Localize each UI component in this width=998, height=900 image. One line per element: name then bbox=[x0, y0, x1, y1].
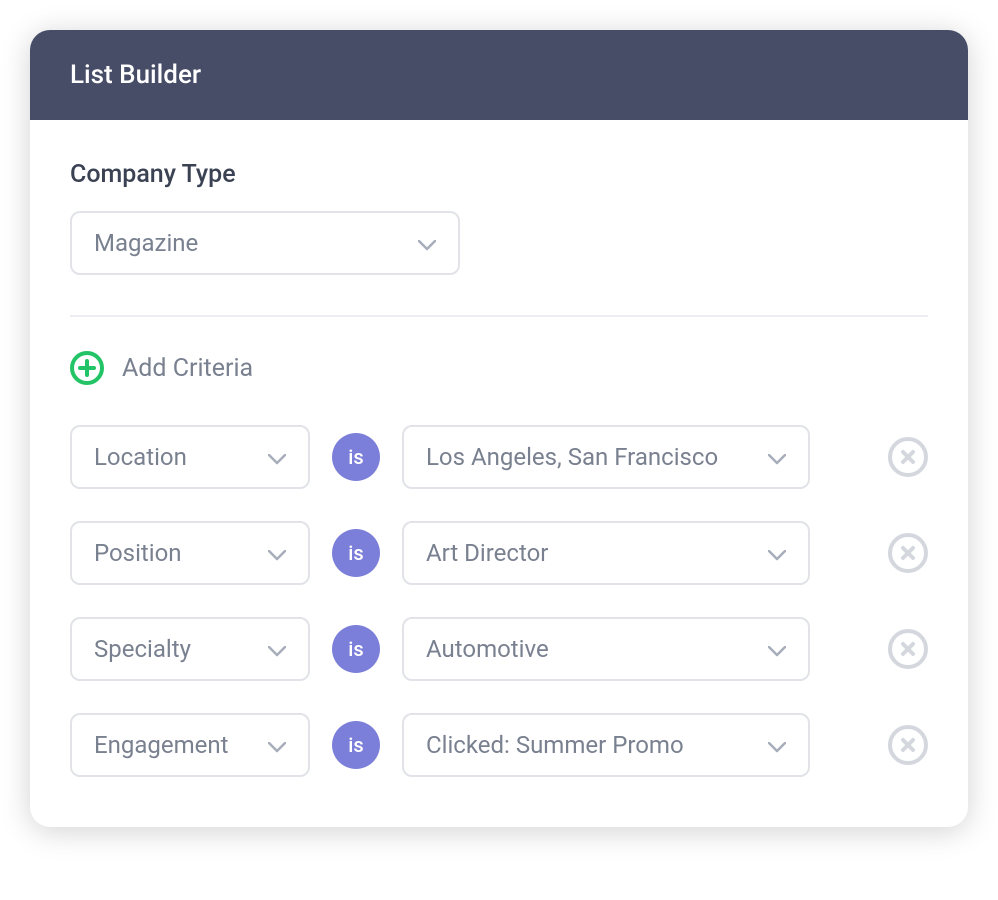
add-criteria-label: Add Criteria bbox=[122, 354, 253, 383]
chevron-down-icon bbox=[768, 731, 786, 759]
close-icon bbox=[900, 545, 916, 561]
criteria-value: Los Angeles, San Francisco bbox=[426, 443, 718, 471]
list-builder-card: List Builder Company Type Magazine Add C… bbox=[30, 30, 968, 827]
chevron-down-icon bbox=[268, 443, 286, 471]
close-icon bbox=[900, 449, 916, 465]
operator-pill: is bbox=[332, 433, 380, 481]
criteria-field-select[interactable]: Specialty bbox=[70, 617, 310, 681]
add-criteria-row: Add Criteria bbox=[70, 351, 928, 385]
company-type-label: Company Type bbox=[70, 160, 928, 189]
card-body: Company Type Magazine Add Criteria Locat… bbox=[30, 120, 968, 827]
chevron-down-icon bbox=[268, 539, 286, 567]
remove-criteria-button[interactable] bbox=[888, 629, 928, 669]
chevron-down-icon bbox=[268, 635, 286, 663]
operator-pill: is bbox=[332, 529, 380, 577]
close-icon bbox=[900, 641, 916, 657]
chevron-down-icon bbox=[268, 731, 286, 759]
add-criteria-button[interactable] bbox=[70, 351, 104, 385]
criteria-value-select[interactable]: Automotive bbox=[402, 617, 810, 681]
criteria-row: Location is Los Angeles, San Francisco bbox=[70, 425, 928, 489]
operator-pill: is bbox=[332, 721, 380, 769]
criteria-row: Specialty is Automotive bbox=[70, 617, 928, 681]
criteria-row: Engagement is Clicked: Summer Promo bbox=[70, 713, 928, 777]
criteria-value: Automotive bbox=[426, 635, 549, 663]
criteria-value: Art Director bbox=[426, 539, 548, 567]
section-divider bbox=[70, 315, 928, 317]
criteria-field-value: Specialty bbox=[94, 635, 191, 663]
criteria-field-select[interactable]: Position bbox=[70, 521, 310, 585]
criteria-field-value: Position bbox=[94, 539, 182, 567]
plus-icon bbox=[78, 359, 96, 377]
criteria-field-select[interactable]: Location bbox=[70, 425, 310, 489]
chevron-down-icon bbox=[418, 229, 436, 257]
criteria-list: Location is Los Angeles, San Francisco bbox=[70, 425, 928, 777]
criteria-field-value: Location bbox=[94, 443, 187, 471]
criteria-field-select[interactable]: Engagement bbox=[70, 713, 310, 777]
remove-criteria-button[interactable] bbox=[888, 725, 928, 765]
remove-criteria-button[interactable] bbox=[888, 533, 928, 573]
criteria-field-value: Engagement bbox=[94, 731, 229, 759]
criteria-row: Position is Art Director bbox=[70, 521, 928, 585]
operator-pill: is bbox=[332, 625, 380, 673]
criteria-value-select[interactable]: Art Director bbox=[402, 521, 810, 585]
company-type-select[interactable]: Magazine bbox=[70, 211, 460, 275]
criteria-value: Clicked: Summer Promo bbox=[426, 731, 684, 759]
remove-criteria-button[interactable] bbox=[888, 437, 928, 477]
close-icon bbox=[900, 737, 916, 753]
chevron-down-icon bbox=[768, 539, 786, 567]
card-header: List Builder bbox=[30, 30, 968, 120]
chevron-down-icon bbox=[768, 635, 786, 663]
criteria-value-select[interactable]: Clicked: Summer Promo bbox=[402, 713, 810, 777]
company-type-value: Magazine bbox=[94, 229, 198, 257]
chevron-down-icon bbox=[768, 443, 786, 471]
card-title: List Builder bbox=[70, 60, 201, 90]
criteria-value-select[interactable]: Los Angeles, San Francisco bbox=[402, 425, 810, 489]
